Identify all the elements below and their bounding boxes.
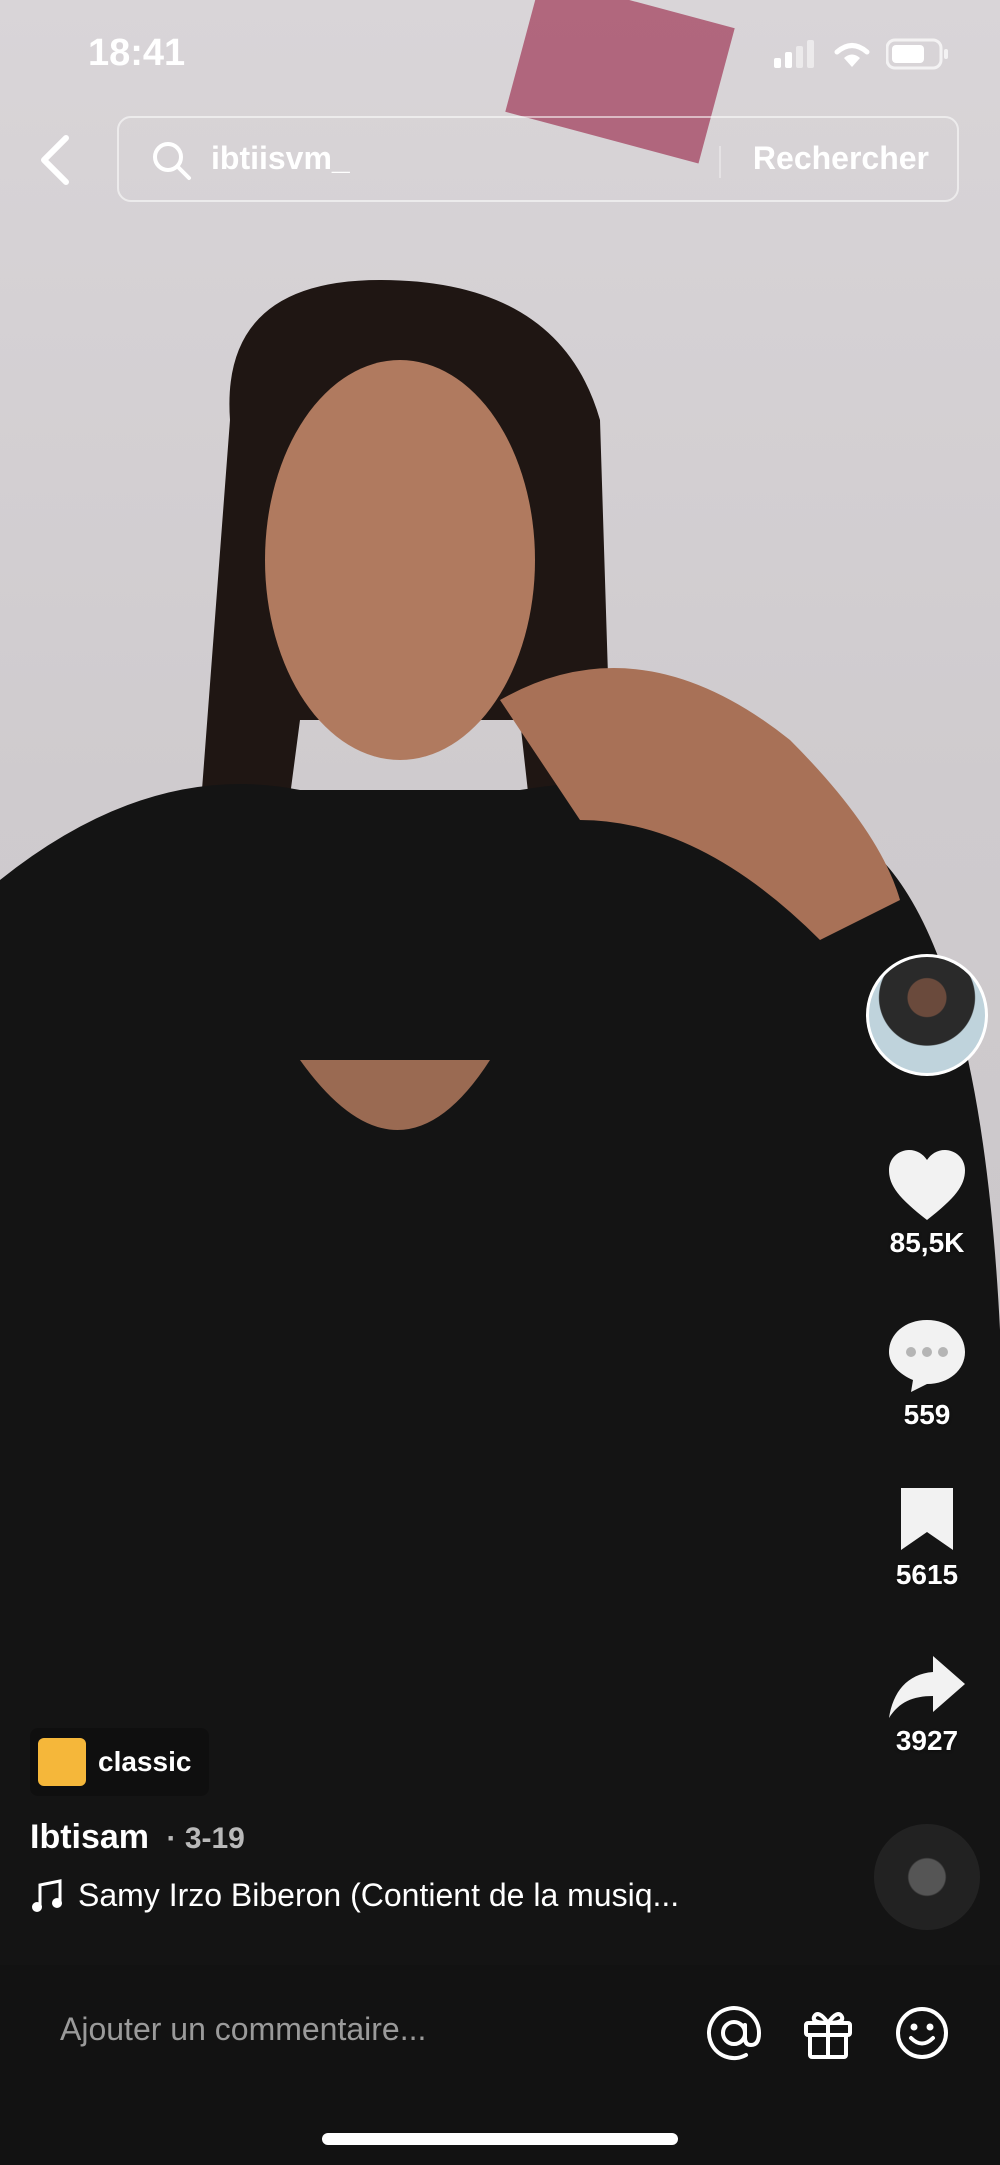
comment-icon [889,1320,965,1392]
status-bar: 18:41 [0,0,1000,110]
search-query: ibtiisvm_ [211,140,350,176]
like-button[interactable]: 85,5K [866,1150,988,1259]
effect-tag[interactable]: classic [30,1728,210,1796]
comment-button[interactable]: 559 [866,1318,988,1431]
comment-input[interactable]: Ajouter un commentaire... [60,2011,426,2048]
emoji-icon[interactable] [894,2005,950,2061]
share-count: 3927 [895,1725,959,1756]
effect-sparkle-icon [38,1738,86,1786]
video-content [0,0,1000,1965]
music-title: Samy Irzo Biberon (Contient de la musiq.… [78,1877,680,1913]
music-disc-icon[interactable] [874,1824,980,1930]
heart-icon [889,1150,965,1220]
creator-avatar[interactable] [866,954,988,1076]
gift-icon[interactable] [800,2005,856,2061]
wifi-icon [834,43,870,67]
post-date: · 3-19 [166,1822,245,1855]
share-button[interactable]: 3927 [866,1654,988,1757]
share-arrow-icon [889,1656,965,1718]
home-indicator [322,2133,678,2145]
author-name[interactable]: Ibtisam [30,1818,149,1856]
save-count: 5615 [895,1559,959,1590]
like-count: 85,5K [889,1227,965,1258]
battery-icon [886,38,948,70]
search-input[interactable]: ibtiisvm_ Rechercher [117,116,959,202]
back-arrow-icon[interactable] [36,132,76,188]
status-time: 18:41 [88,32,186,74]
author-row: Ibtisam · 3-19 [30,1818,850,1857]
search-button[interactable]: Rechercher [753,140,929,177]
search-icon [153,142,191,180]
video-frame[interactable] [0,0,1000,1965]
mention-icon[interactable] [706,2005,762,2061]
music-row[interactable]: Samy Irzo Biberon (Contient de la musiq.… [30,1877,850,1914]
video-info: classic Ibtisam · 3-19 Samy Irzo Biberon… [30,1728,850,1914]
save-button[interactable]: 5615 [866,1484,988,1591]
search-divider [719,146,721,178]
effect-tag-label: classic [98,1746,192,1777]
bookmark-icon [901,1488,953,1550]
signal-icon [774,40,814,68]
search-header: ibtiisvm_ Rechercher [0,116,1000,206]
music-note-icon [32,1878,62,1912]
comment-count: 559 [903,1399,951,1430]
